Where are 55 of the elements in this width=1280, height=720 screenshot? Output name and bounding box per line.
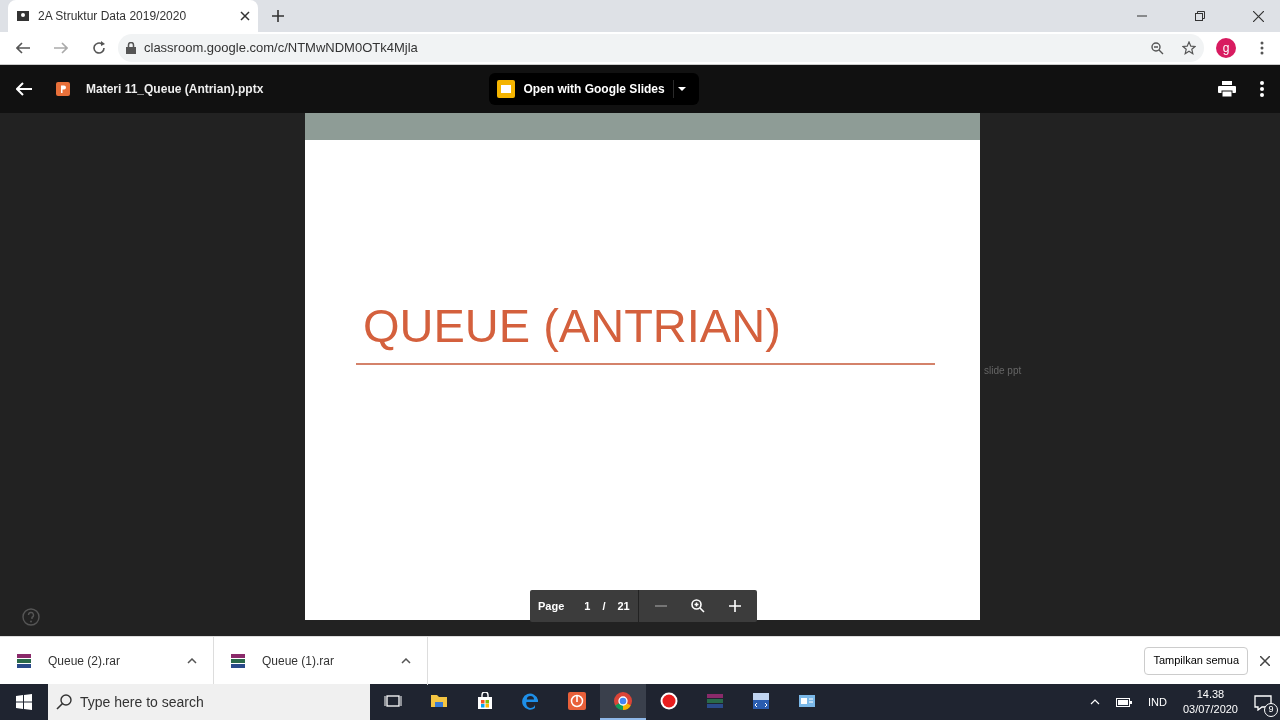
chevron-up-icon[interactable]: [187, 657, 197, 664]
lock-icon: [126, 42, 136, 54]
notification-icon[interactable]: [1254, 694, 1272, 711]
page-total: 21: [616, 598, 631, 614]
code-editor-icon: [752, 692, 770, 710]
classroom-icon: [16, 9, 30, 23]
notification-count: 9: [1264, 702, 1278, 717]
address-bar[interactable]: classroom.google.com/c/NTMwNDM0OTk4Mjla: [118, 34, 1204, 62]
chevron-up-icon[interactable]: [401, 657, 411, 664]
search-icon: [56, 694, 72, 710]
reload-icon[interactable]: [92, 41, 106, 55]
task-view-icon: [384, 692, 402, 710]
page-separator: /: [601, 598, 607, 614]
profile-avatar[interactable]: g: [1216, 38, 1236, 58]
power-icon: [568, 692, 586, 710]
folder-icon: [430, 692, 448, 710]
plus-icon[interactable]: [728, 600, 741, 612]
taskbar-app[interactable]: [600, 684, 646, 720]
clock-time[interactable]: 14.38: [1196, 689, 1225, 700]
back-icon[interactable]: [16, 42, 30, 54]
archive-icon: [230, 652, 246, 669]
page-number: 1: [583, 598, 592, 614]
presentation-file-icon: [56, 82, 70, 96]
battery-icon[interactable]: [1116, 697, 1132, 707]
zoom-in-icon[interactable]: [690, 599, 705, 613]
restore-icon[interactable]: [1195, 11, 1205, 21]
background-text: slide ppt: [984, 364, 1023, 378]
e-logo-icon: [522, 692, 540, 710]
print-icon[interactable]: [1218, 81, 1236, 97]
slides-icon: [497, 80, 516, 98]
tab-title: 2A Struktur Data 2019/2020: [38, 8, 188, 25]
url-text: classroom.google.com/c/NTMwNDM0OTk4Mjla: [144, 39, 419, 58]
archive-icon: [16, 652, 32, 669]
close-icon[interactable]: [240, 11, 250, 21]
windows-start-icon[interactable]: [16, 694, 32, 710]
browser-tab[interactable]: 2A Struktur Data 2019/2020: [8, 0, 258, 32]
taskbar-search-field[interactable]: Type here to search: [48, 684, 370, 720]
record-icon: [660, 692, 678, 710]
language-indicator[interactable]: IND: [1148, 693, 1167, 711]
star-icon[interactable]: [1182, 41, 1196, 55]
file-name: Materi 11_Queue (Antrian).pptx: [86, 81, 264, 98]
archive-icon: [706, 692, 724, 710]
window-icon: [798, 692, 816, 710]
show-all-button[interactable]: Tampilkan semua: [1144, 646, 1248, 675]
open-with-button[interactable]: Open with Google Slides: [489, 73, 699, 105]
zoom-out-icon[interactable]: [1151, 41, 1164, 55]
more-icon[interactable]: [1260, 41, 1264, 55]
shopping-bag-icon: [476, 692, 494, 710]
chrome-icon: [614, 692, 632, 710]
new-tab-icon[interactable]: [272, 10, 284, 22]
close-icon[interactable]: [1260, 655, 1270, 666]
page-label: Page: [537, 598, 566, 614]
more-icon[interactable]: [1260, 81, 1264, 97]
close-icon[interactable]: [1253, 10, 1264, 22]
clock-date[interactable]: 03/07/2020: [1182, 704, 1238, 715]
